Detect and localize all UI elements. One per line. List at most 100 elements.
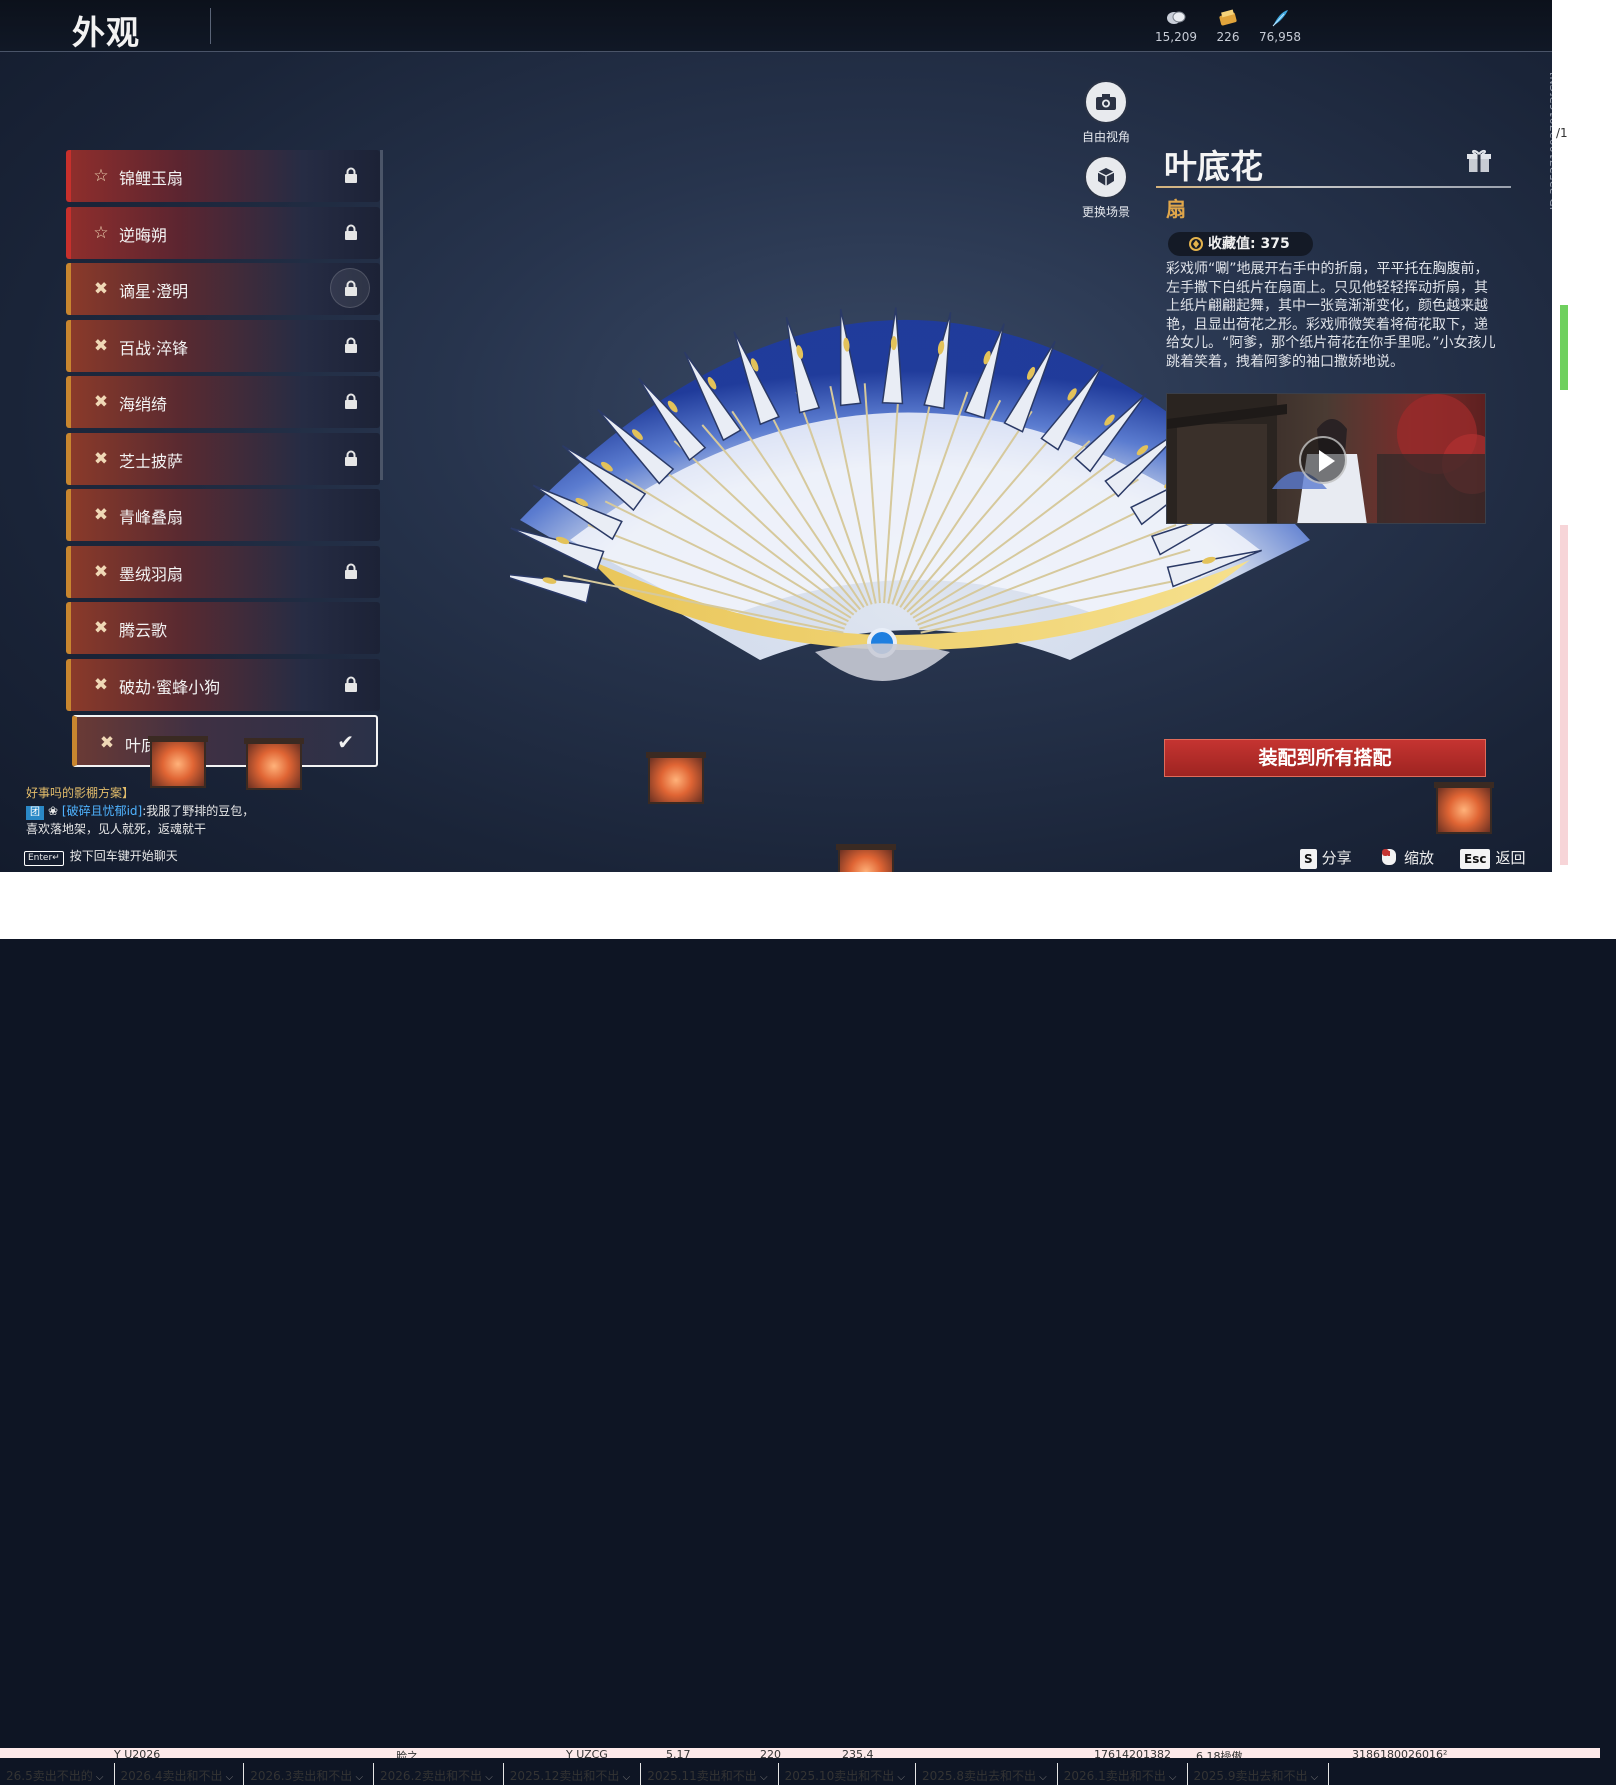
currency-feather: 76,958 — [1250, 8, 1310, 44]
sheet-tab[interactable]: 2026.4卖出和不出 — [115, 1763, 245, 1785]
change-scene-label: 更换场景 — [1081, 205, 1130, 219]
checkmark-icon: ✔ — [337, 730, 354, 754]
item-description: 彩戏师“唰”地展开右手中的折扇，平平托在胸腹前，左手撒下白纸片在扇面上。只见他轻… — [1166, 261, 1496, 370]
cross-flower-icon: ✖ — [93, 279, 109, 299]
cross-flower-icon: ✖ — [93, 674, 109, 695]
sheet-tab[interactable]: 26.5卖出不出的 — [0, 1763, 115, 1785]
preview-video[interactable] — [1166, 393, 1486, 524]
cross-flower-icon: ✖ — [99, 733, 115, 753]
chat-message-text-2: 喜欢落地架，见人就死，返魂就干 — [26, 822, 207, 836]
sheet-cell[interactable]: 6.18操傲 — [1196, 1748, 1243, 1758]
list-item[interactable]: ✖ 破劫·蜜蜂小狗 — [66, 658, 380, 711]
title-underline — [1156, 186, 1511, 188]
collection-value-badge: 收藏值: 375 — [1168, 232, 1313, 256]
lock-icon — [344, 393, 358, 409]
lock-icon — [344, 337, 358, 353]
list-item[interactable]: ☆ 锦鲤玉扇 — [66, 150, 380, 202]
sheet-cell[interactable]: 17614201382 — [1094, 1748, 1171, 1758]
sheet-cell[interactable]: 3186180026016² — [1352, 1748, 1447, 1758]
list-item-label: 百战·淬锋 — [119, 338, 189, 358]
list-item-label: 芝士披萨 — [119, 451, 184, 471]
list-item-label: 青峰叠扇 — [119, 508, 184, 527]
list-scrollbar[interactable] — [380, 150, 383, 480]
chat-message-text-1: :我服了野排的豆包， — [142, 804, 255, 818]
cross-flower-icon: ✖ — [93, 335, 109, 356]
sheet-cell[interactable]: Y UZCG — [566, 1748, 608, 1758]
sheet-cell[interactable]: 235.4 — [842, 1748, 874, 1758]
lantern-decoration — [148, 736, 208, 788]
game-viewport: 外观 15,209 226 76,958 ☆ 锦鲤玉扇 ☆ 逆晦朔 ✖ 谪星·澄明 ✖ 百战·… — [0, 0, 1600, 905]
sheet-tab[interactable]: 2025.10卖出和不出 — [779, 1763, 916, 1785]
lantern-decoration — [646, 752, 706, 804]
list-item[interactable]: ✖ 谪星·澄明 — [66, 263, 380, 315]
collection-icon — [1189, 237, 1203, 251]
gift-icon[interactable] — [1466, 148, 1492, 174]
free-view-button[interactable]: 自由视角 — [1076, 80, 1136, 145]
lock-icon — [344, 280, 358, 296]
sheet-tab[interactable]: 2026.2卖出和不出 — [374, 1763, 504, 1785]
zoom-label: 缩放 — [1404, 849, 1435, 867]
scene-cube-icon — [1084, 155, 1128, 199]
sheet-cell[interactable]: Y U2026 — [114, 1748, 160, 1758]
sheet-tab[interactable]: 2026.1卖出和不出 — [1058, 1763, 1188, 1785]
list-item[interactable]: ✖ 青峰叠扇 — [66, 489, 380, 541]
list-item[interactable]: ✖ 海绡绮 — [66, 376, 380, 428]
desktop-background-strip: /1 — [1552, 0, 1616, 872]
title-divider — [210, 8, 211, 44]
appearance-list: ☆ 锦鲤玉扇 ☆ 逆晦朔 ✖ 谪星·澄明 ✖ 百战·淬锋 ✖ 海绡绮 ✖ 芝士披萨 ✖ 青峰叠扇 ✖ 墨绒羽扇… — [66, 150, 384, 795]
list-item-label: 海绡绮 — [119, 395, 168, 414]
lantern-decoration — [244, 738, 304, 790]
list-item-label: 谪星·澄明 — [119, 282, 189, 301]
lock-icon — [344, 224, 358, 240]
change-scene-button[interactable]: 更换场景 — [1076, 155, 1136, 220]
sheet-tab[interactable]: 2025.11卖出和不出 — [641, 1763, 779, 1785]
list-item-label: 墨绒羽扇 — [119, 564, 184, 584]
equip-all-button[interactable]: 装配到所有搭配 — [1164, 739, 1486, 777]
list-item[interactable]: ✖ 叶底花 ✔ — [72, 715, 378, 767]
ticket-icon — [1219, 9, 1237, 26]
list-item[interactable]: ✖ 百战·淬锋 — [66, 319, 380, 372]
currency-silver-value: 15,209 — [1155, 30, 1197, 44]
lantern-decoration — [1434, 782, 1494, 834]
lock-icon — [344, 563, 358, 579]
sheet-row: Y U2026 脸之 Y UZCG 5.17 220 235.4 17614201382 6.… — [0, 1748, 1600, 1758]
sheet-cell[interactable]: 5.17 — [666, 1748, 691, 1758]
list-item-label: 腾云歌 — [119, 621, 168, 640]
sheet-tabs: 26.5卖出不出的2026.4卖出和不出2026.3卖出和不出2026.2卖出和… — [0, 1763, 1616, 1785]
camera-icon — [1084, 80, 1128, 124]
currency-ticket: 226 — [1198, 8, 1258, 44]
chat-message: 团 ❀ [破碎且忧郁id]:我服了野排的豆包， — [26, 802, 346, 820]
fan-spike — [510, 573, 592, 604]
sheet-cell[interactable]: 脸之 — [396, 1748, 418, 1758]
star-outline-icon: ☆ — [93, 166, 109, 186]
sheet-cell[interactable]: 220 — [760, 1748, 781, 1758]
list-item[interactable]: ✖ 腾云歌 — [66, 602, 380, 654]
zoom-hotkey[interactable]: 缩放 — [1378, 847, 1434, 868]
list-item[interactable]: ✖ 墨绒羽扇 — [66, 545, 380, 598]
share-hotkey[interactable]: S 分享 — [1300, 847, 1352, 869]
spreadsheet-area: Y U2026 脸之 Y UZCG 5.17 220 235.4 17614201382 6.… — [0, 872, 1616, 1785]
sheet-tab[interactable]: 2025.9卖出去和不出 — [1188, 1763, 1330, 1785]
cross-flower-icon: ✖ — [93, 392, 109, 412]
lock-icon — [344, 167, 358, 183]
sheet-tab[interactable]: 2025.12卖出和不出 — [504, 1763, 642, 1785]
list-item[interactable]: ☆ 逆晦朔 — [66, 206, 380, 259]
cross-flower-icon: ✖ — [93, 505, 109, 525]
play-icon[interactable] — [1299, 436, 1347, 484]
lock-icon — [344, 676, 358, 692]
back-label: 返回 — [1495, 849, 1526, 867]
share-label: 分享 — [1321, 849, 1352, 867]
currency-feather-value: 76,958 — [1259, 30, 1301, 44]
chat-enter-hint[interactable]: Enter↵ 按下回车键开始聊天 — [24, 847, 178, 866]
list-item[interactable]: ✖ 芝士披萨 — [66, 432, 380, 485]
cross-flower-icon: ✖ — [93, 561, 109, 582]
item-name: 叶底花 — [1164, 147, 1263, 186]
sheet-tab[interactable]: 2026.3卖出和不出 — [244, 1763, 375, 1785]
back-hotkey[interactable]: Esc 返回 — [1460, 847, 1525, 869]
free-view-label: 自由视角 — [1081, 130, 1130, 144]
page-title: 外观 — [72, 13, 140, 52]
esc-key: Esc — [1460, 849, 1491, 869]
chat-player-name[interactable]: [破碎且忧郁id] — [62, 804, 142, 818]
chat-panel: 好事吗的影棚方案】 团 ❀ [破碎且忧郁id]:我服了野排的豆包， 喜欢落地架，见… — [26, 784, 346, 838]
sheet-tab[interactable]: 2025.8卖出去和不出 — [916, 1763, 1058, 1785]
